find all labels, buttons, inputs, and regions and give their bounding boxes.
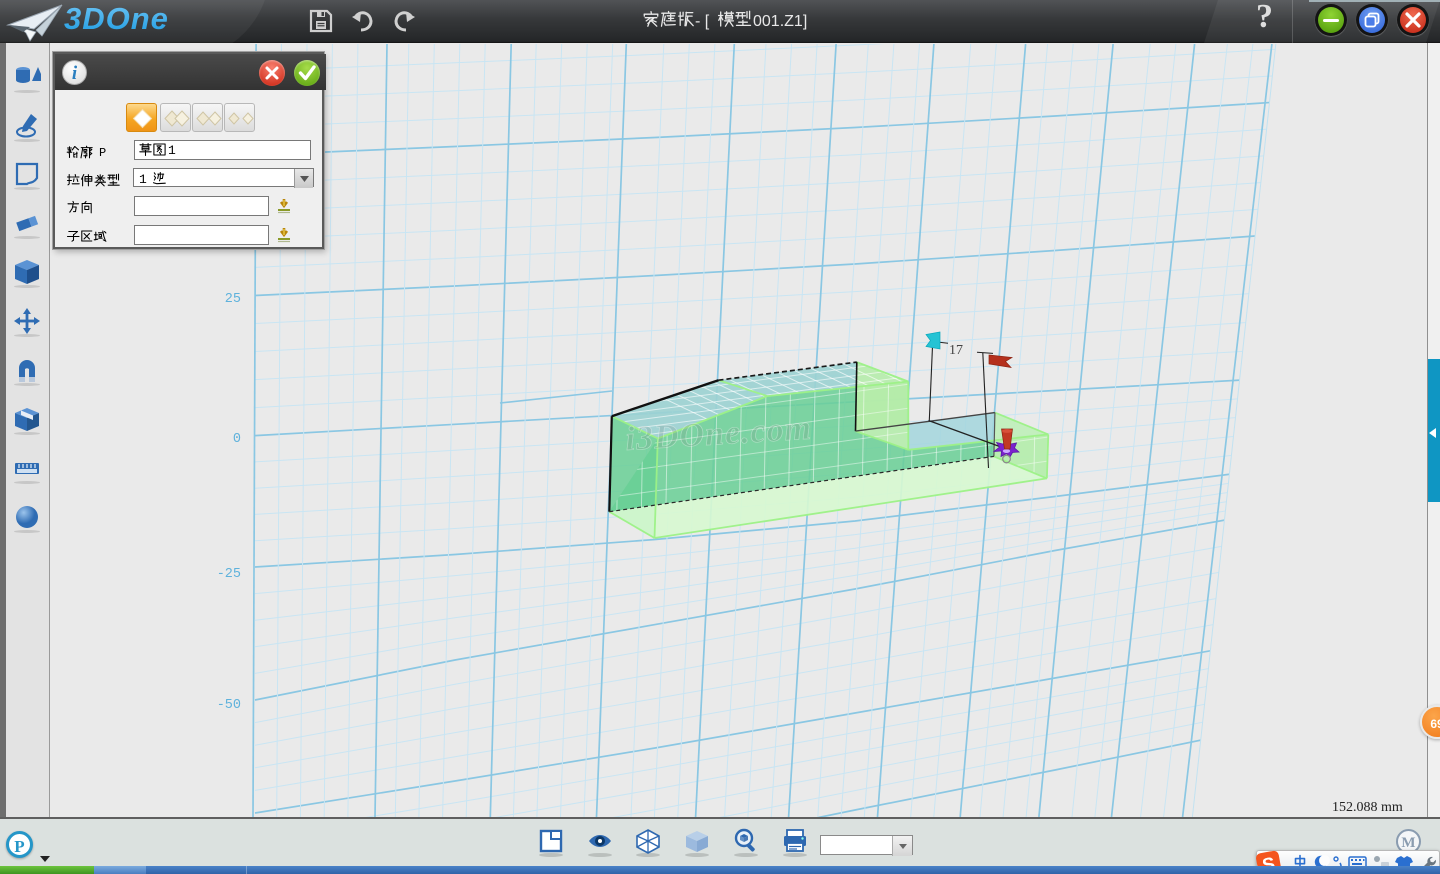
svg-text:001.Z1]: 001.Z1] <box>753 13 807 30</box>
svg-text:1: 1 <box>168 143 176 158</box>
svg-text:25: 25 <box>225 292 241 307</box>
svg-text:17: 17 <box>949 343 963 358</box>
svg-text:1: 1 <box>139 172 147 187</box>
svg-text:152.088 mm: 152.088 mm <box>1332 800 1403 815</box>
svg-text:P: P <box>99 146 106 160</box>
svg-text:0: 0 <box>233 432 241 447</box>
svg-text:-25: -25 <box>217 567 241 582</box>
svg-text:-50: -50 <box>217 698 241 713</box>
svg-text:- [: - [ <box>695 13 710 30</box>
